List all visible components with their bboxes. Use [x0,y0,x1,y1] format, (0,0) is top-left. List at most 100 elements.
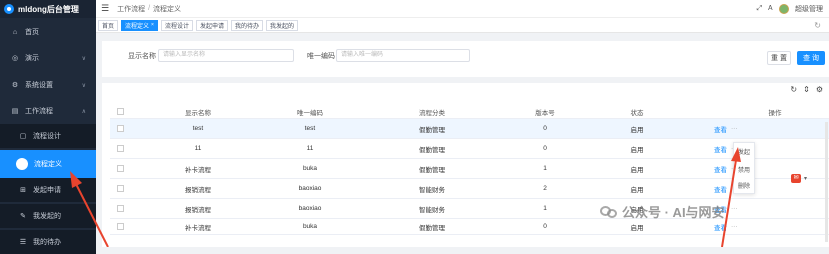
view-link[interactable]: 查看 [714,164,727,174]
row-checkbox-cell [110,159,130,178]
sidebar-item-home[interactable]: ⌂ 首页 [0,20,96,44]
user-name[interactable]: 超级管理 [795,4,823,14]
more-actions-icon[interactable]: ··· [731,205,738,212]
refresh-icon[interactable]: ↻ [814,21,821,30]
locale-icon[interactable]: Ꭺ [768,5,773,13]
sidebar-item-label: 工作流程 [25,108,53,115]
table-row[interactable]: test test 假勤管理 0 启用 查看 ··· [110,119,829,139]
sidebar-item-my-todo[interactable]: ☰ 我的待办 [0,230,96,254]
floating-widget-icon[interactable]: ✉ [791,174,801,183]
fullscreen-icon[interactable]: ⤢ [757,5,763,13]
row-checkbox[interactable] [116,205,124,212]
tab-label: 首页 [102,23,115,30]
row-checkbox[interactable] [116,145,124,152]
tab-process-definition[interactable]: 流程定义 × [121,19,158,31]
table-header: 显示名称 唯一编码 流程分类 版本号 状态 操作 [110,105,829,119]
sidebar-item-workflow[interactable]: ▤ 工作流程 ∧ [0,99,96,123]
breadcrumb-item[interactable]: 工作流程 [117,4,145,14]
sidebar: mldong后台管理 ⌂ 首页 ◎ 演示 ∨ ⚙ 系统设置 ∨ ▤ 工作流程 ∧… [0,0,96,254]
more-actions-icon[interactable]: ··· [731,125,738,132]
select-all-checkbox[interactable] [116,108,124,115]
view-link[interactable]: 查看 [714,184,727,194]
tab-home[interactable]: 首页 [98,19,119,31]
cell-version: 0 [543,125,547,132]
cell-name: 报销流程 [185,206,211,214]
chevron-down-icon[interactable]: ▾ [804,175,807,182]
sidebar-item-label: 流程定义 [34,161,62,168]
tab-process-design[interactable]: 流程设计 [160,19,193,31]
reset-button[interactable]: 重 置 [767,51,791,65]
breadcrumb: 工作流程 / 流程定义 [117,4,181,14]
cell-category: 假勤管理 [419,224,445,232]
column-header: 显示名称 [185,109,211,117]
doc-icon: ▢ [19,133,27,140]
search-button[interactable]: 查 询 [797,51,825,65]
cell-actions: 查看 ··· [700,119,780,138]
column-header: 操作 [768,109,782,117]
cell-name: 11 [194,145,202,152]
sidebar-item-label: 我的待办 [33,239,61,246]
row-checkbox[interactable] [116,223,124,230]
launch-menu-item[interactable]: 发起 [738,147,750,156]
breadcrumb-separator: / [148,5,151,12]
close-icon[interactable]: × [151,22,154,28]
code-search-input[interactable]: 请输入唯一编码 [336,49,470,62]
cell-version: 0 [543,223,547,230]
column-header: 状态 [630,109,644,117]
header-checkbox-cell [110,105,130,118]
cell-status: 启用 [630,126,644,134]
row-checkbox[interactable] [116,125,124,132]
tab-my-todo[interactable]: 我的待办 [230,19,263,31]
row-checkbox-cell [110,179,130,198]
table-row[interactable]: 补卡流程 buka 假勤管理 0 启用 查看 ··· [110,219,829,235]
disable-menu-item[interactable]: 禁用 [738,165,750,174]
code-label: 唯一编码 [307,53,335,60]
wechat-icon [600,205,618,219]
cell-code: baoxiao [298,205,322,212]
gear-icon: ⚙ [11,82,19,89]
table-row[interactable]: 11 11 假勤管理 0 启用 查看 ··· [110,139,829,159]
tabs-bar: 首页 流程定义 × 流程设计 发起申请 我的待办 我发起的 ↻ [96,18,829,33]
cell-name: 补卡流程 [185,166,211,174]
more-actions-icon[interactable]: ··· [731,223,738,230]
row-checkbox[interactable] [116,165,124,172]
tab-label: 流程设计 [164,23,189,30]
todo-icon: ☰ [19,239,27,246]
refresh-icon[interactable]: ↻ [790,85,797,94]
sidebar-item-demo[interactable]: ◎ 演示 ∨ [0,46,96,70]
chevron-up-icon: ∧ [81,108,86,115]
gear-icon[interactable]: ⚙ [816,85,823,94]
table-row[interactable]: 报销流程 baoxiao 智能财务 2 启用 查看 ··· [110,179,829,199]
avatar[interactable] [779,4,789,14]
view-link[interactable]: 查看 [714,222,727,232]
view-link[interactable]: 查看 [714,144,727,154]
cell-actions: 查看 ··· [700,219,780,234]
app-logo[interactable]: mldong后台管理 [0,0,96,18]
scrollbar[interactable] [825,122,828,242]
more-actions-dropdown: 发起 禁用 删除 [733,142,755,194]
tab-label: 流程定义 [125,23,150,30]
watermark-text: 公众号 · AI与网安 [622,205,725,220]
delete-menu-item[interactable]: 删除 [738,181,750,190]
view-link[interactable]: 查看 [714,124,727,134]
cell-category: 假勤管理 [419,166,445,174]
row-checkbox-cell [110,139,130,158]
sidebar-item-process-design[interactable]: ▢ 流程设计 [0,124,96,148]
menu-toggle-icon[interactable]: ☰ [101,3,109,14]
tab-my-launched[interactable]: 我发起的 [266,19,299,31]
cell-category: 假勤管理 [419,146,445,154]
name-search-input[interactable]: 请输入显示名称 [158,49,294,62]
cell-version: 0 [543,145,547,152]
sidebar-item-launch-request[interactable]: ⊞ 发起申请 [0,178,96,202]
cell-code: test [304,125,316,132]
sidebar-item-my-launched[interactable]: ✎ 我发起的 [0,204,96,228]
row-checkbox[interactable] [116,185,124,192]
table-row[interactable]: 补卡流程 buka 假勤管理 1 启用 查看 ··· [110,159,829,179]
tab-launch-request[interactable]: 发起申请 [195,19,228,31]
tab-label: 我发起的 [270,23,295,30]
search-form: 显示名称 请输入显示名称 唯一编码 请输入唯一编码 [102,49,829,63]
sidebar-item-process-definition[interactable]: 流程定义 [0,150,96,178]
sidebar-item-system-settings[interactable]: ⚙ 系统设置 ∨ [0,73,96,97]
section-divider [102,77,829,83]
column-height-icon[interactable]: ⇕ [803,85,810,94]
